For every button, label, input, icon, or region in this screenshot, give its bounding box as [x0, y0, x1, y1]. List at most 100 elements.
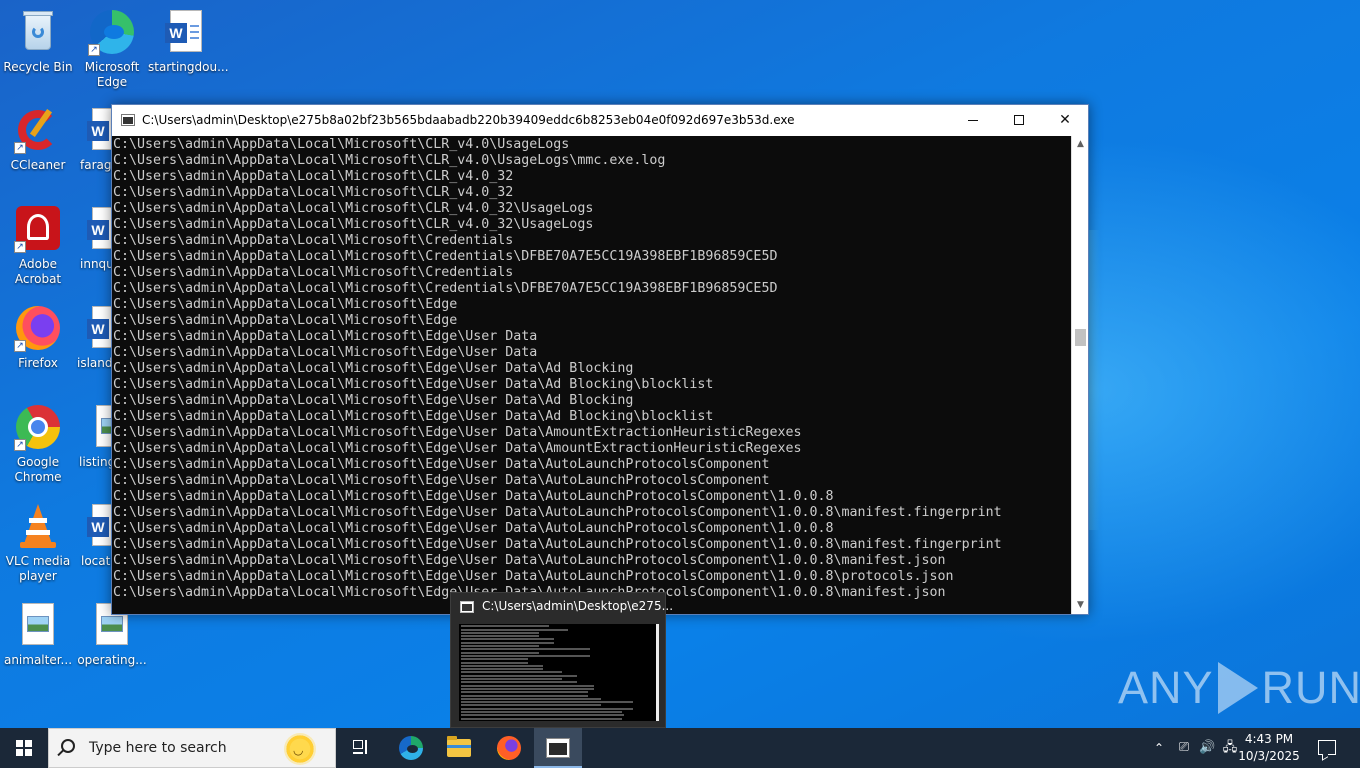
desktop-icon-ccleaner[interactable]: ↗ CCleaner	[0, 106, 76, 173]
console-app-icon	[460, 601, 474, 613]
minimize-button[interactable]	[950, 105, 996, 136]
desktop-icon-google-chrome[interactable]: ↗ Google Chrome	[0, 403, 76, 485]
taskbar-clock[interactable]: 4:43 PM 10/3/2025	[1236, 731, 1302, 765]
preview-line	[461, 651, 539, 654]
console-line: C:\Users\admin\AppData\Local\Microsoft\E…	[113, 297, 458, 312]
desktop-icon-label: islandp	[77, 356, 114, 370]
taskbar-search-box[interactable]: Type here to search ◡	[48, 728, 336, 768]
shortcut-arrow-icon: ↗	[14, 241, 26, 253]
ccleaner-icon: ↗	[14, 106, 62, 154]
taskbar-file-explorer[interactable]	[435, 728, 483, 768]
volume-icon[interactable]: 🔊	[1199, 740, 1215, 756]
preview-line	[461, 691, 588, 694]
desktop-icon-locati[interactable]: W locati	[74, 502, 114, 569]
desktop-icon-microsoft-edge[interactable]: ↗ Microsoft Edge	[74, 8, 150, 90]
preview-line	[461, 628, 568, 631]
console-line: C:\Users\admin\AppData\Local\Microsoft\C…	[113, 233, 514, 248]
desktop-icon-firefox[interactable]: ↗ Firefox	[0, 304, 76, 371]
console-app-icon	[546, 738, 570, 758]
preview-line	[461, 648, 590, 651]
console-line: C:\Users\admin\AppData\Local\Microsoft\C…	[113, 265, 514, 280]
vlc-cone-icon	[14, 502, 62, 550]
console-window[interactable]: C:\Users\admin\Desktop\e275b8a02bf23b565…	[111, 104, 1089, 615]
preview-line	[461, 694, 588, 697]
edge-icon	[399, 736, 423, 760]
preview-line	[461, 674, 577, 677]
play-logo-icon	[1217, 662, 1258, 715]
console-line: C:\Users\admin\AppData\Local\Microsoft\E…	[113, 537, 1002, 552]
close-icon: ✕	[1059, 112, 1071, 128]
firefox-icon: ↗	[14, 304, 62, 352]
console-window-title: C:\Users\admin\Desktop\e275b8a02bf23b565…	[142, 113, 795, 127]
preview-line	[461, 635, 539, 638]
preview-title: C:\Users\admin\Desktop\e275...	[482, 599, 674, 613]
console-line: C:\Users\admin\AppData\Local\Microsoft\E…	[113, 393, 634, 408]
image-file-icon	[14, 601, 62, 649]
desktop-icon-label: innqu	[80, 257, 114, 271]
minimize-icon	[968, 120, 978, 121]
desktop-icon-label: startingdou...	[148, 60, 229, 74]
desktop-icon-startingdou[interactable]: W startingdou...	[148, 8, 229, 75]
desktop-icon-label: farage	[80, 158, 114, 172]
scrollbar-thumb[interactable]	[1075, 329, 1086, 346]
desktop-icon-listing[interactable]: listing	[74, 403, 114, 470]
desktop-icon-farage[interactable]: W farage	[74, 106, 114, 173]
notification-center-icon[interactable]	[1318, 740, 1336, 755]
taskbar-thumbnail-preview[interactable]: C:\Users\admin\Desktop\e275...	[450, 592, 673, 728]
console-line: C:\Users\admin\AppData\Local\Microsoft\C…	[113, 153, 666, 168]
watermark-right: RUN	[1261, 662, 1360, 713]
preview-line	[461, 668, 543, 671]
task-view-button[interactable]	[336, 728, 384, 768]
console-title-bar[interactable]: C:\Users\admin\Desktop\e275b8a02bf23b565…	[112, 105, 1088, 136]
desktop-icon-adobe-acrobat[interactable]: ↗ Adobe Acrobat	[0, 205, 76, 287]
adobe-acrobat-icon: ↗	[14, 205, 62, 253]
desktop-icon-animalter[interactable]: animalter...	[0, 601, 76, 668]
word-document-icon: W	[84, 304, 114, 352]
console-line: C:\Users\admin\AppData\Local\Microsoft\C…	[113, 281, 778, 296]
desktop-icon-innqu[interactable]: W innqu	[74, 205, 114, 272]
preview-line	[461, 687, 594, 690]
preview-line	[461, 654, 590, 657]
console-output[interactable]: C:\Users\admin\AppData\Local\Microsoft\C…	[112, 136, 1071, 614]
scroll-down-arrow-icon[interactable]: ▼	[1072, 597, 1089, 614]
preview-line	[461, 707, 633, 710]
taskbar-firefox[interactable]	[485, 728, 533, 768]
preview-line	[461, 678, 562, 681]
word-document-icon: W	[84, 502, 114, 550]
desktop-icon-islandp[interactable]: W islandp	[74, 304, 114, 371]
console-line: C:\Users\admin\AppData\Local\Microsoft\C…	[113, 169, 514, 184]
console-line: C:\Users\admin\AppData\Local\Microsoft\E…	[113, 473, 770, 488]
show-hidden-icons-chevron-icon[interactable]: ⌃	[1151, 740, 1167, 756]
task-view-icon	[353, 740, 369, 754]
preview-console-thumbnail[interactable]	[459, 624, 659, 721]
console-line: C:\Users\admin\AppData\Local\Microsoft\E…	[113, 377, 714, 392]
maximize-button[interactable]	[996, 105, 1042, 136]
word-document-icon: W	[84, 205, 114, 253]
preview-line	[461, 631, 539, 634]
close-button[interactable]: ✕	[1042, 105, 1088, 136]
shortcut-arrow-icon: ↗	[14, 439, 26, 451]
windows-logo-icon	[16, 740, 32, 756]
preview-line	[461, 714, 624, 717]
console-line: C:\Users\admin\AppData\Local\Microsoft\E…	[113, 329, 538, 344]
console-line: C:\Users\admin\AppData\Local\Microsoft\C…	[113, 201, 594, 216]
maximize-icon	[1014, 115, 1024, 125]
console-line: C:\Users\admin\AppData\Local\Microsoft\E…	[113, 425, 802, 440]
preview-line	[461, 671, 562, 674]
desktop-icon-label: Microsoft Edge	[84, 60, 140, 89]
scroll-up-arrow-icon[interactable]: ▲	[1072, 136, 1089, 153]
preview-line	[461, 681, 577, 684]
console-scrollbar[interactable]: ▲ ▼	[1071, 136, 1088, 614]
desktop-icon-vlc[interactable]: VLC media player	[0, 502, 76, 584]
preview-line	[461, 638, 554, 641]
meet-now-icon[interactable]: ⎚	[1176, 740, 1192, 756]
desktop-icon-label: Google Chrome	[14, 455, 62, 484]
preview-line	[461, 701, 633, 704]
start-button[interactable]	[0, 728, 48, 768]
desktop-icon-recycle-bin[interactable]: Recycle Bin	[0, 8, 76, 75]
taskbar-console-app[interactable]	[534, 728, 582, 768]
preview-line	[461, 697, 601, 700]
search-placeholder: Type here to search	[89, 740, 227, 756]
desktop-icon-label: locati	[81, 554, 114, 568]
taskbar-edge[interactable]	[387, 728, 435, 768]
